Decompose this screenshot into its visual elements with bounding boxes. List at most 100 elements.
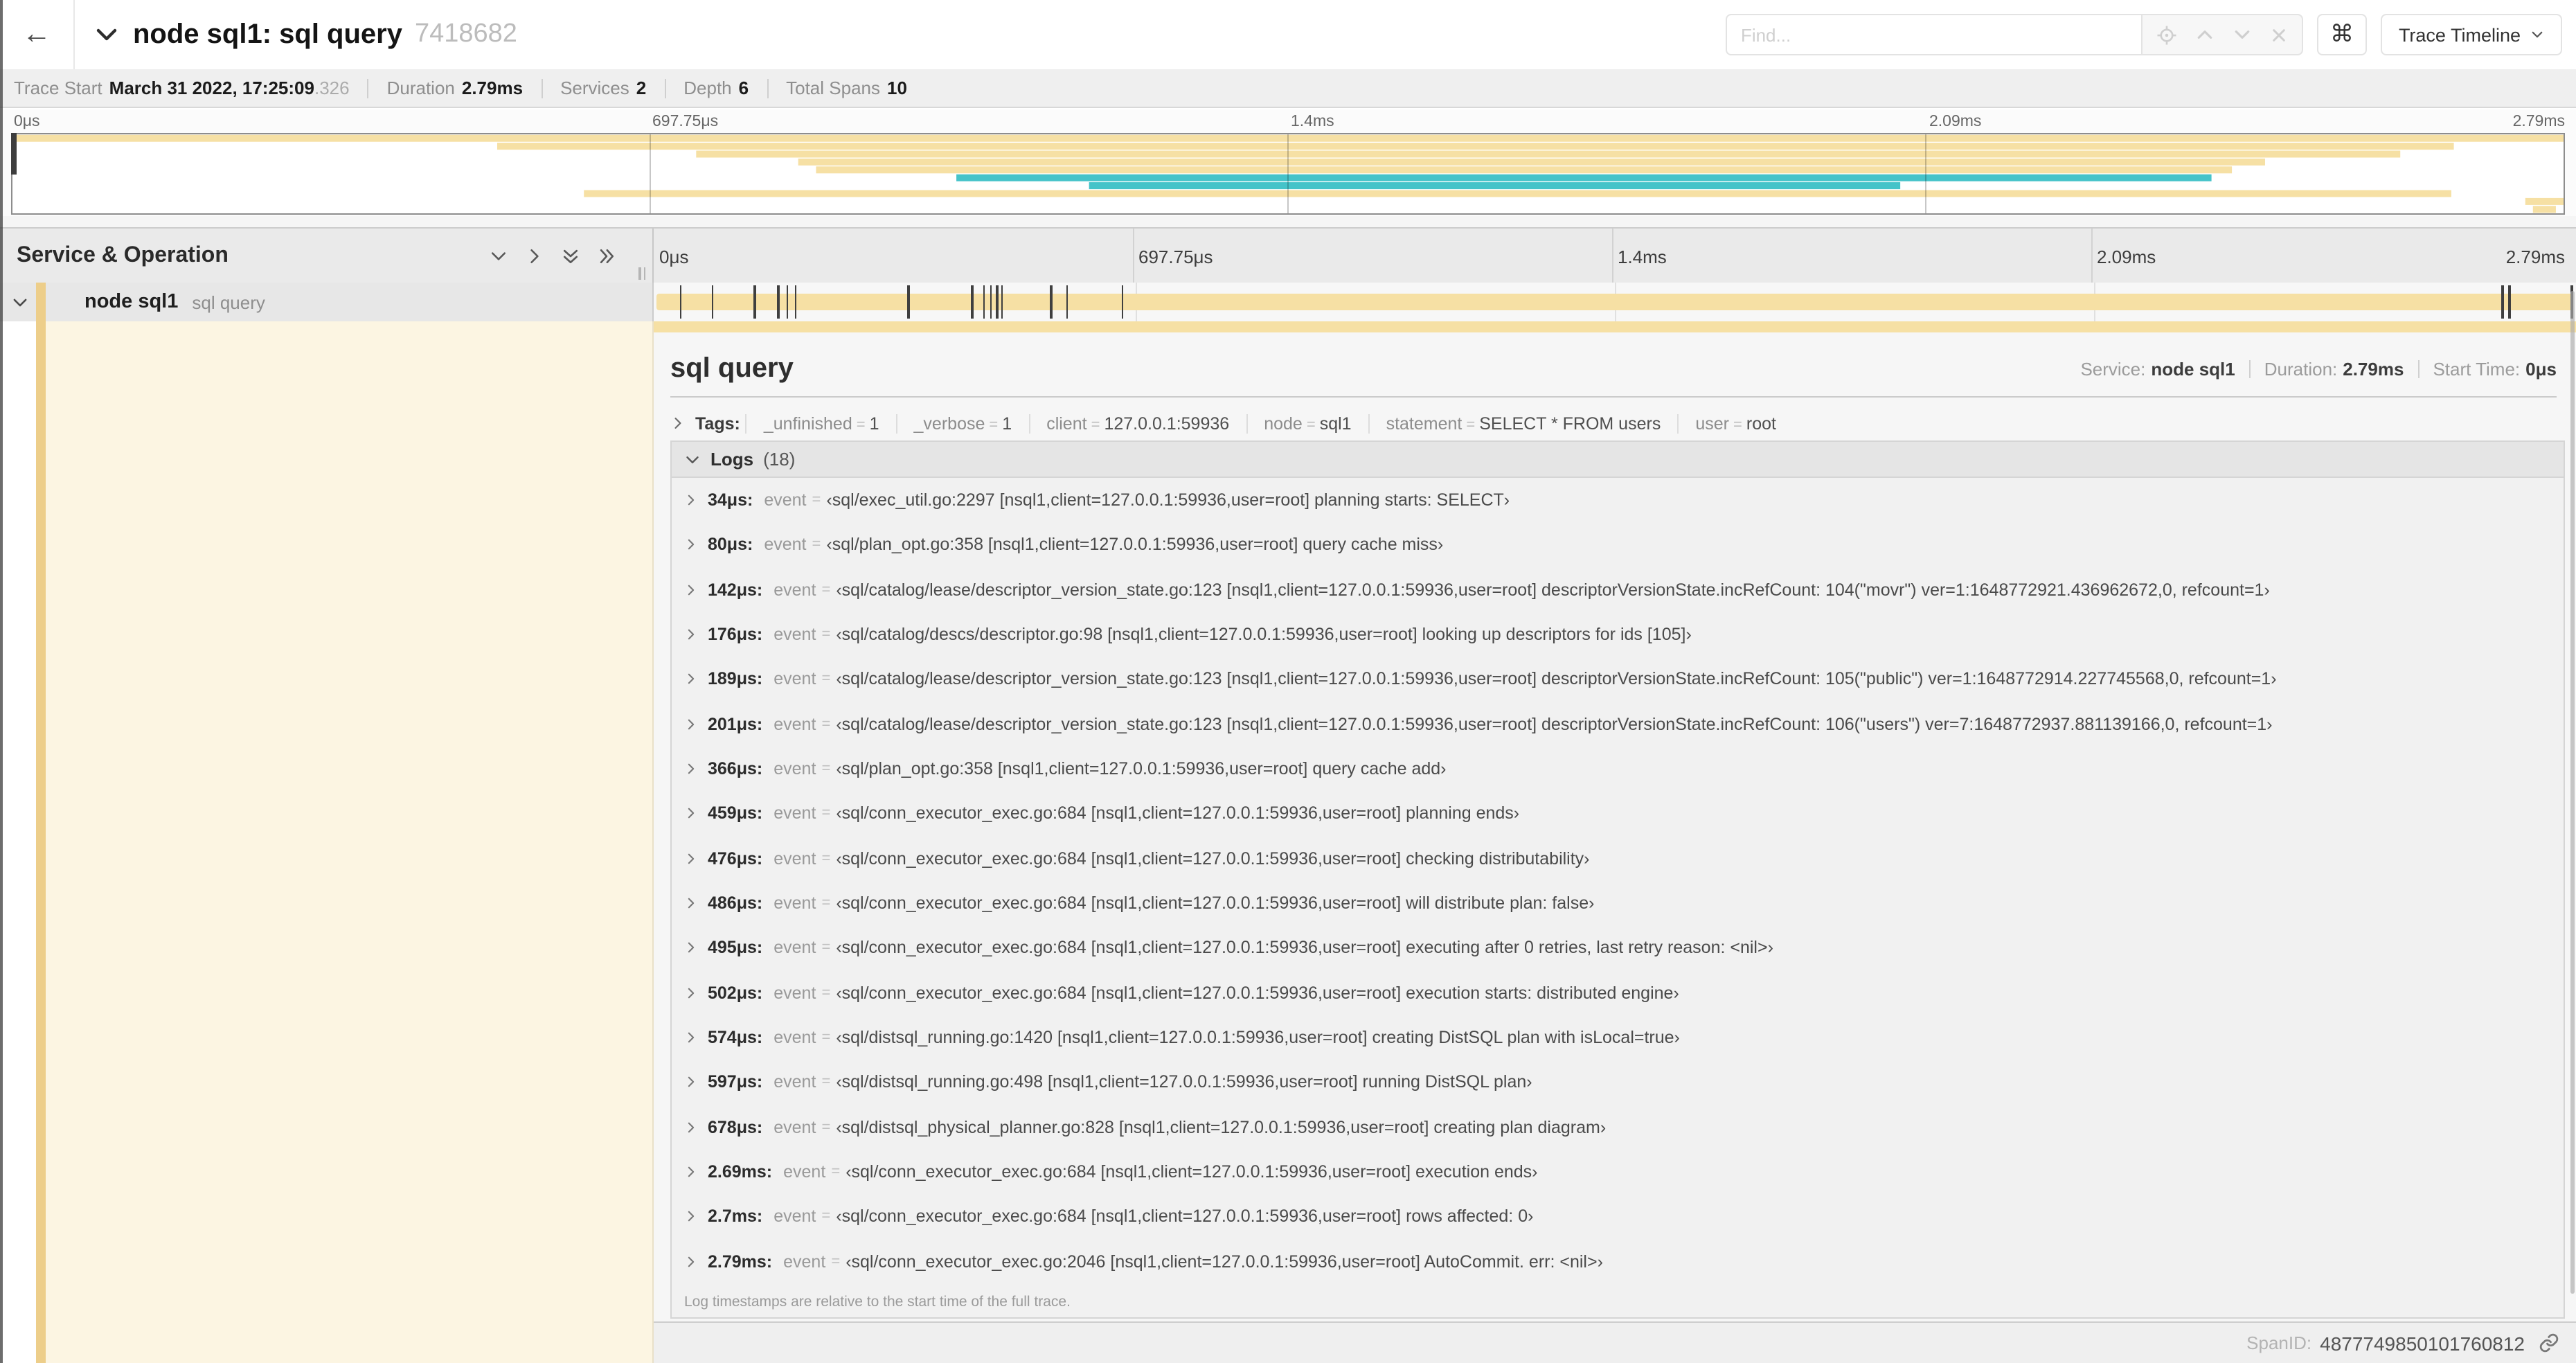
logs-header[interactable]: Logs (18): [672, 442, 2564, 478]
tag-key: user: [1695, 413, 1729, 433]
chevron-down-icon: [2530, 28, 2544, 42]
log-equals: =: [821, 895, 831, 912]
log-timestamp: 476μs:: [708, 848, 763, 868]
locate-icon[interactable]: [2156, 24, 2177, 45]
divider: [670, 396, 2557, 398]
divider: [2248, 359, 2251, 377]
minimap-canvas[interactable]: [11, 133, 2565, 215]
span-duration-bar[interactable]: [656, 294, 2573, 310]
chevron-right-icon[interactable]: [684, 1076, 698, 1089]
timeline-header: Service & Operation 0μs 697.75μs 1.4ms 2.09…: [0, 227, 2576, 285]
divider: [767, 78, 769, 98]
tags-row[interactable]: Tags: _unfinished = 1 _verbose = 1 client = 127.…: [670, 406, 2557, 440]
log-equals: =: [821, 805, 831, 822]
log-row[interactable]: 678μs: event = ‹sql/distsql_physical_planne…: [672, 1105, 2564, 1150]
log-timestamp: 495μs:: [708, 938, 763, 958]
clear-search-icon[interactable]: [2270, 26, 2288, 44]
log-row[interactable]: 201μs: event = ‹sql/catalog/lease/descripto…: [672, 702, 2564, 747]
span-detail-color-strip: [654, 321, 2576, 332]
log-field-key: event: [773, 714, 816, 734]
log-row[interactable]: 597μs: event = ‹sql/distsql_running.go:498 …: [672, 1060, 2564, 1105]
log-timestamp: 2.7ms:: [708, 1206, 763, 1227]
find-input[interactable]: [1725, 14, 2141, 55]
minimap-span-bar: [497, 143, 2454, 150]
chevron-right-icon[interactable]: [684, 1031, 698, 1044]
tag-item: client = 127.0.0.1:59936: [1028, 413, 1246, 433]
chevron-right-icon[interactable]: [684, 762, 698, 776]
log-marker-tick: [983, 285, 985, 319]
log-timestamp: 80μs:: [708, 535, 753, 555]
log-field-key: event: [773, 1072, 816, 1092]
span-collapse-chevron-icon[interactable]: [11, 293, 29, 311]
summary-item: Duration 2.79ms: [387, 78, 523, 98]
collapse-all-icon[interactable]: [561, 247, 580, 266]
overview-label: Start Time:: [2433, 358, 2521, 379]
log-row[interactable]: 366μs: event = ‹sql/plan_opt.go:358 [nsql1,…: [672, 747, 2564, 792]
chevron-right-icon[interactable]: [684, 896, 698, 910]
log-row[interactable]: 34μs: event = ‹sql/exec_util.go:2297 [nsql1…: [672, 478, 2564, 523]
column-resize-grip[interactable]: [638, 267, 645, 280]
log-row[interactable]: 502μs: event = ‹sql/conn_executor_exec.go:6…: [672, 970, 2564, 1015]
timeline-tick-label: 1.4ms: [1618, 246, 1667, 267]
chevron-right-icon[interactable]: [684, 583, 698, 597]
minimap-tick-label: 1.4ms: [1291, 114, 1334, 130]
expand-all-icon[interactable]: [597, 247, 616, 266]
log-row[interactable]: 459μs: event = ‹sql/conn_executor_exec.go:6…: [672, 792, 2564, 837]
log-row[interactable]: 476μs: event = ‹sql/conn_executor_exec.go:6…: [672, 836, 2564, 881]
deep-link-icon[interactable]: [2539, 1333, 2559, 1353]
log-row[interactable]: 80μs: event = ‹sql/plan_opt.go:358 [nsql1,c…: [672, 523, 2564, 568]
span-row-bar-cell[interactable]: [654, 283, 2576, 321]
tag-item: node = sql1: [1246, 413, 1368, 433]
chevron-right-icon[interactable]: [684, 1165, 698, 1179]
chevron-right-icon[interactable]: [684, 852, 698, 866]
chevron-right-icon[interactable]: [684, 1121, 698, 1134]
chevron-right-icon[interactable]: [684, 941, 698, 955]
minimap-span-bar: [1089, 182, 1901, 190]
log-row[interactable]: 189μs: event = ‹sql/catalog/lease/descripto…: [672, 657, 2564, 702]
back-button[interactable]: ←: [0, 0, 75, 69]
collapse-one-icon[interactable]: [489, 247, 508, 266]
chevron-right-icon[interactable]: [684, 627, 698, 641]
chevron-right-icon[interactable]: [684, 718, 698, 731]
trace-collapse-toggle[interactable]: [94, 22, 119, 47]
log-row[interactable]: 176μs: event = ‹sql/catalog/descs/descripto…: [672, 612, 2564, 657]
log-row[interactable]: 486μs: event = ‹sql/conn_executor_exec.go:6…: [672, 881, 2564, 926]
log-equals: =: [821, 1119, 831, 1136]
next-result-icon[interactable]: [2233, 25, 2252, 44]
log-field-key: event: [783, 1162, 826, 1182]
chevron-right-icon[interactable]: [684, 538, 698, 552]
span-row-name-cell[interactable]: node sql1 sql query: [0, 283, 654, 321]
log-equals: =: [821, 581, 831, 598]
log-row[interactable]: 574μs: event = ‹sql/distsql_running.go:1420…: [672, 1015, 2564, 1060]
log-timestamp: 574μs:: [708, 1028, 763, 1048]
minimap-range-handle[interactable]: [11, 133, 17, 175]
chevron-right-icon[interactable]: [684, 1254, 698, 1268]
expand-one-icon[interactable]: [525, 247, 544, 266]
keyboard-shortcuts-button[interactable]: ⌘: [2316, 14, 2367, 55]
minimap-gap: [0, 216, 2576, 227]
log-marker-tick: [990, 285, 992, 319]
log-row[interactable]: 2.79ms: event = ‹sql/conn_executor_exec.go:…: [672, 1239, 2564, 1284]
summary-item: Total Spans 10: [786, 78, 907, 98]
chevron-right-icon[interactable]: [684, 1210, 698, 1224]
log-field-value: ‹sql/distsql_running.go:498 [nsql1,clien…: [836, 1072, 1532, 1092]
log-row[interactable]: 2.7ms: event = ‹sql/conn_executor_exec.go:6…: [672, 1195, 2564, 1240]
span-overview: Service: node sql1 Duration: 2.79ms Start Ti…: [2080, 358, 2557, 379]
log-field-key: event: [764, 535, 807, 555]
chevron-right-icon[interactable]: [684, 986, 698, 1000]
log-row[interactable]: 2.69ms: event = ‹sql/conn_executor_exec.go:…: [672, 1150, 2564, 1195]
right-scrollbar[interactable]: [2570, 291, 2575, 1294]
chevron-right-icon[interactable]: [684, 672, 698, 686]
left-scrollbar[interactable]: [0, 0, 2, 1363]
view-selector-button[interactable]: Trace Timeline: [2380, 14, 2562, 55]
log-row[interactable]: 142μs: event = ‹sql/catalog/lease/descripto…: [672, 567, 2564, 612]
tag-key: statement: [1386, 413, 1463, 433]
chevron-right-icon[interactable]: [684, 807, 698, 821]
tag-equals: =: [1306, 416, 1316, 433]
timeline-tick-label: 697.75μs: [1138, 246, 1213, 267]
log-row[interactable]: 495μs: event = ‹sql/conn_executor_exec.go:6…: [672, 926, 2564, 971]
log-field-value: ‹sql/distsql_physical_planner.go:828 [ns…: [836, 1117, 1607, 1137]
chevron-down-icon: [94, 22, 119, 47]
prev-result-icon[interactable]: [2195, 25, 2215, 44]
chevron-right-icon[interactable]: [684, 493, 698, 507]
